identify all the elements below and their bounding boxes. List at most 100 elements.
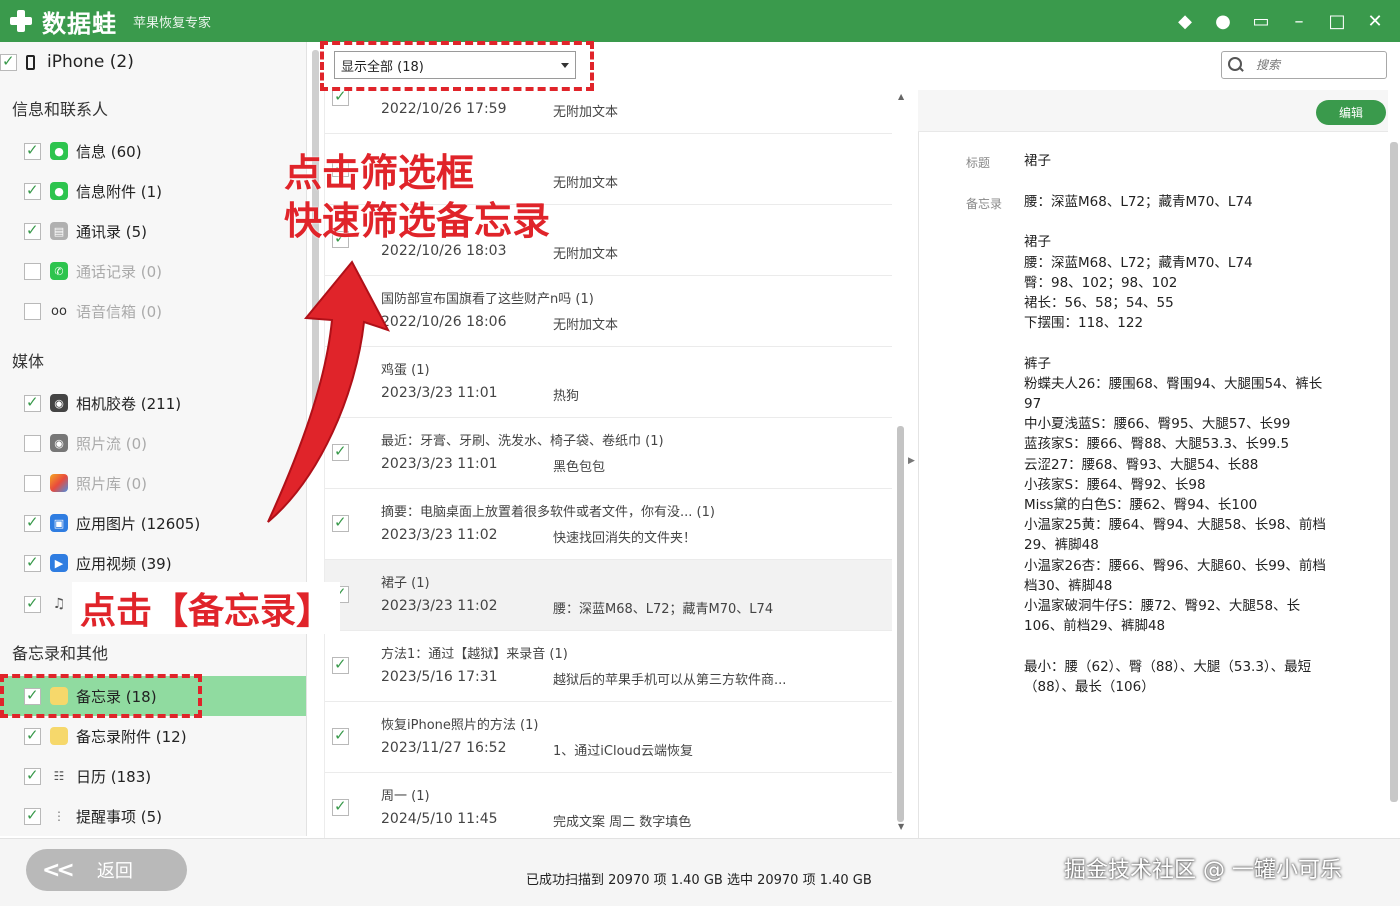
- checkbox[interactable]: [24, 806, 41, 825]
- note-title: 裙子: [1024, 153, 1051, 169]
- sidebar-item-app-videos[interactable]: ▶ 应用视频 (39): [24, 550, 172, 576]
- monitor-icon[interactable]: ▭: [1246, 6, 1276, 36]
- edit-button[interactable]: 编辑: [1316, 100, 1386, 125]
- notes-highlight-box: [0, 674, 202, 718]
- row-checkbox[interactable]: [332, 90, 349, 106]
- row-description: 无附加文本: [553, 318, 619, 333]
- row-date: 2022/10/26 17:59: [381, 101, 507, 117]
- sidebar-item-notes-attachments[interactable]: 备忘录附件 (12): [24, 723, 187, 749]
- sidebar-item-label: 语音信箱 (0): [76, 302, 163, 321]
- row-checkbox[interactable]: [332, 726, 349, 745]
- sidebar-item-label: 应用视频 (39): [76, 554, 172, 573]
- maximize-icon[interactable]: □: [1322, 6, 1352, 36]
- search-icon: [1228, 57, 1244, 73]
- list-item[interactable]: 最近：牙膏、牙刷、洗发水、椅子袋、卷纸巾 (1)2023/3/23 11:01黑…: [325, 418, 892, 489]
- section-title-notes-other: 备忘录和其他: [12, 644, 109, 663]
- detail-scrollbar[interactable]: [1390, 142, 1398, 802]
- row-title: 国防部宣布国旗看了这些财产n吗 (1): [381, 292, 594, 307]
- device-name: iPhone (2): [47, 52, 134, 72]
- device-row[interactable]: iPhone (2): [0, 48, 134, 76]
- sidebar-item-camera-roll[interactable]: ◉ 相机胶卷 (211): [24, 390, 181, 416]
- curved-arrow-icon: [267, 260, 391, 523]
- sidebar-item-music[interactable]: ♫: [24, 591, 76, 617]
- list-item[interactable]: 鸡蛋 (1)2023/3/23 11:01热狗: [325, 347, 892, 418]
- list-item[interactable]: 摘要：电脑桌面上放置着很多软件或者文件，你有没... (1)2023/3/23 …: [325, 489, 892, 560]
- sidebar-item-label: 照片库 (0): [76, 474, 148, 493]
- row-checkbox[interactable]: [332, 797, 349, 816]
- close-icon[interactable]: ✕: [1360, 6, 1390, 36]
- list-item[interactable]: 恢复iPhone照片的方法 (1) 2023/11/27 16:52 1、通过iCl…: [325, 702, 892, 773]
- camera-roll-icon: ◉: [50, 394, 68, 412]
- sidebar-item-label: 通讯录 (5): [76, 222, 148, 241]
- sidebar-item-voicemail[interactable]: oo 语音信箱 (0): [24, 298, 162, 324]
- checkbox[interactable]: [24, 474, 41, 492]
- row-description: 热狗: [553, 389, 580, 404]
- minimize-icon[interactable]: –: [1284, 6, 1314, 36]
- scroll-down-icon[interactable]: ▼: [898, 822, 904, 831]
- sidebar-item-label: 相机胶卷 (211): [76, 394, 182, 413]
- checkbox[interactable]: [24, 221, 41, 240]
- calendar-icon: ☷: [53, 769, 65, 783]
- checkbox[interactable]: [24, 141, 41, 160]
- notes-attachment-icon: [50, 727, 68, 745]
- scroll-up-icon[interactable]: ▲: [898, 92, 904, 101]
- checkbox[interactable]: [24, 766, 41, 785]
- search-input[interactable]: [1256, 58, 1376, 72]
- row-date: 2024/5/10 11:45: [381, 811, 498, 827]
- sidebar-item-call-history[interactable]: ✆ 通话记录 (0): [24, 258, 162, 284]
- chat-icon[interactable]: ●: [1208, 6, 1238, 36]
- logo-cross-icon: [8, 8, 34, 34]
- checkbox[interactable]: [24, 181, 41, 200]
- sidebar-item-reminders[interactable]: ⋮ 提醒事项 (5): [24, 803, 162, 829]
- app-videos-icon: ▶: [50, 554, 68, 572]
- list-scroll-thumb[interactable]: [897, 426, 904, 822]
- section-title-media: 媒体: [12, 352, 45, 371]
- title-label: 标题: [966, 156, 991, 170]
- sidebar-item-app-photos[interactable]: ▣ 应用图片 (12605): [24, 510, 200, 536]
- checkbox[interactable]: [24, 393, 41, 412]
- row-date: 2023/5/16 17:31: [381, 669, 498, 685]
- checkbox[interactable]: [24, 262, 41, 280]
- row-description: 完成文案 周二 数字填色: [553, 815, 692, 830]
- checkbox[interactable]: [24, 726, 41, 745]
- back-label: 返回: [96, 861, 133, 882]
- contacts-icon: ▤: [50, 222, 68, 240]
- row-title: 最近：牙膏、牙刷、洗发水、椅子袋、卷纸巾 (1): [381, 434, 664, 449]
- sidebar-item-contacts[interactable]: ▤ 通讯录 (5): [24, 218, 147, 244]
- sidebar-item-messages[interactable]: ● 信息 (60): [24, 138, 142, 164]
- list-scrollbar[interactable]: ▲ ▼: [896, 92, 906, 832]
- app-name: 数据蛙: [42, 9, 117, 38]
- checkbox[interactable]: [24, 302, 41, 320]
- phone-icon: ✆: [50, 262, 68, 280]
- watermark: 掘金技术社区 @ 一罐小可乐: [1064, 858, 1342, 883]
- sidebar-item-message-attachments[interactable]: ● 信息附件 (1): [24, 178, 162, 204]
- list-item[interactable]: 国防部宣布国旗看了这些财产n吗 (1)2022/10/26 18:06无附加文本: [325, 276, 892, 347]
- checkbox[interactable]: [24, 594, 41, 613]
- row-checkbox[interactable]: [332, 655, 349, 674]
- row-title: 方法1：通过【越狱】来录音 (1): [381, 647, 568, 662]
- device-checkbox[interactable]: [0, 52, 17, 71]
- checkbox[interactable]: [24, 434, 41, 452]
- row-date: 2023/3/23 11:02: [381, 598, 498, 614]
- checkbox[interactable]: [24, 513, 41, 532]
- row-title: 裙子 (1): [381, 576, 430, 591]
- row-description: 无附加文本: [553, 176, 619, 191]
- messages-icon: ●: [50, 142, 68, 160]
- list-item[interactable]: 裙子 (1) 2023/3/23 11:02 腰：深蓝M68、L72；藏青M70、L…: [325, 560, 892, 631]
- sidebar-item-calendar[interactable]: ☷ 日历 (183): [24, 763, 151, 789]
- list-item[interactable]: 方法1：通过【越狱】来录音 (1) 2023/5/16 17:31 越狱后的苹果手机…: [325, 631, 892, 702]
- list-item[interactable]: 2022/10/26 17:59 无附加文本: [325, 90, 892, 134]
- diamond-icon[interactable]: ◆: [1170, 6, 1200, 36]
- list-item[interactable]: 周一 (1) 2024/5/10 11:45 完成文案 周二 数字填色: [325, 773, 892, 838]
- row-description: 腰：深蓝M68、L72；藏青M70、L74: [553, 602, 774, 617]
- voicemail-icon: oo: [51, 303, 67, 319]
- collapse-handle-icon[interactable]: ▶: [908, 456, 915, 466]
- back-button[interactable]: << 返回: [26, 849, 187, 891]
- sidebar-item-photo-stream[interactable]: ◉ 照片流 (0): [24, 430, 147, 456]
- sidebar-item-photo-library[interactable]: 照片库 (0): [24, 470, 147, 496]
- checkbox[interactable]: [24, 553, 41, 572]
- search-box[interactable]: [1221, 51, 1387, 79]
- row-description: 无附加文本: [553, 247, 619, 262]
- title-bar: 数据蛙 苹果恢复专家 ◆ ● ▭ – □ ✕: [0, 0, 1400, 42]
- row-title: 摘要：电脑桌面上放置着很多软件或者文件，你有没... (1): [381, 505, 715, 520]
